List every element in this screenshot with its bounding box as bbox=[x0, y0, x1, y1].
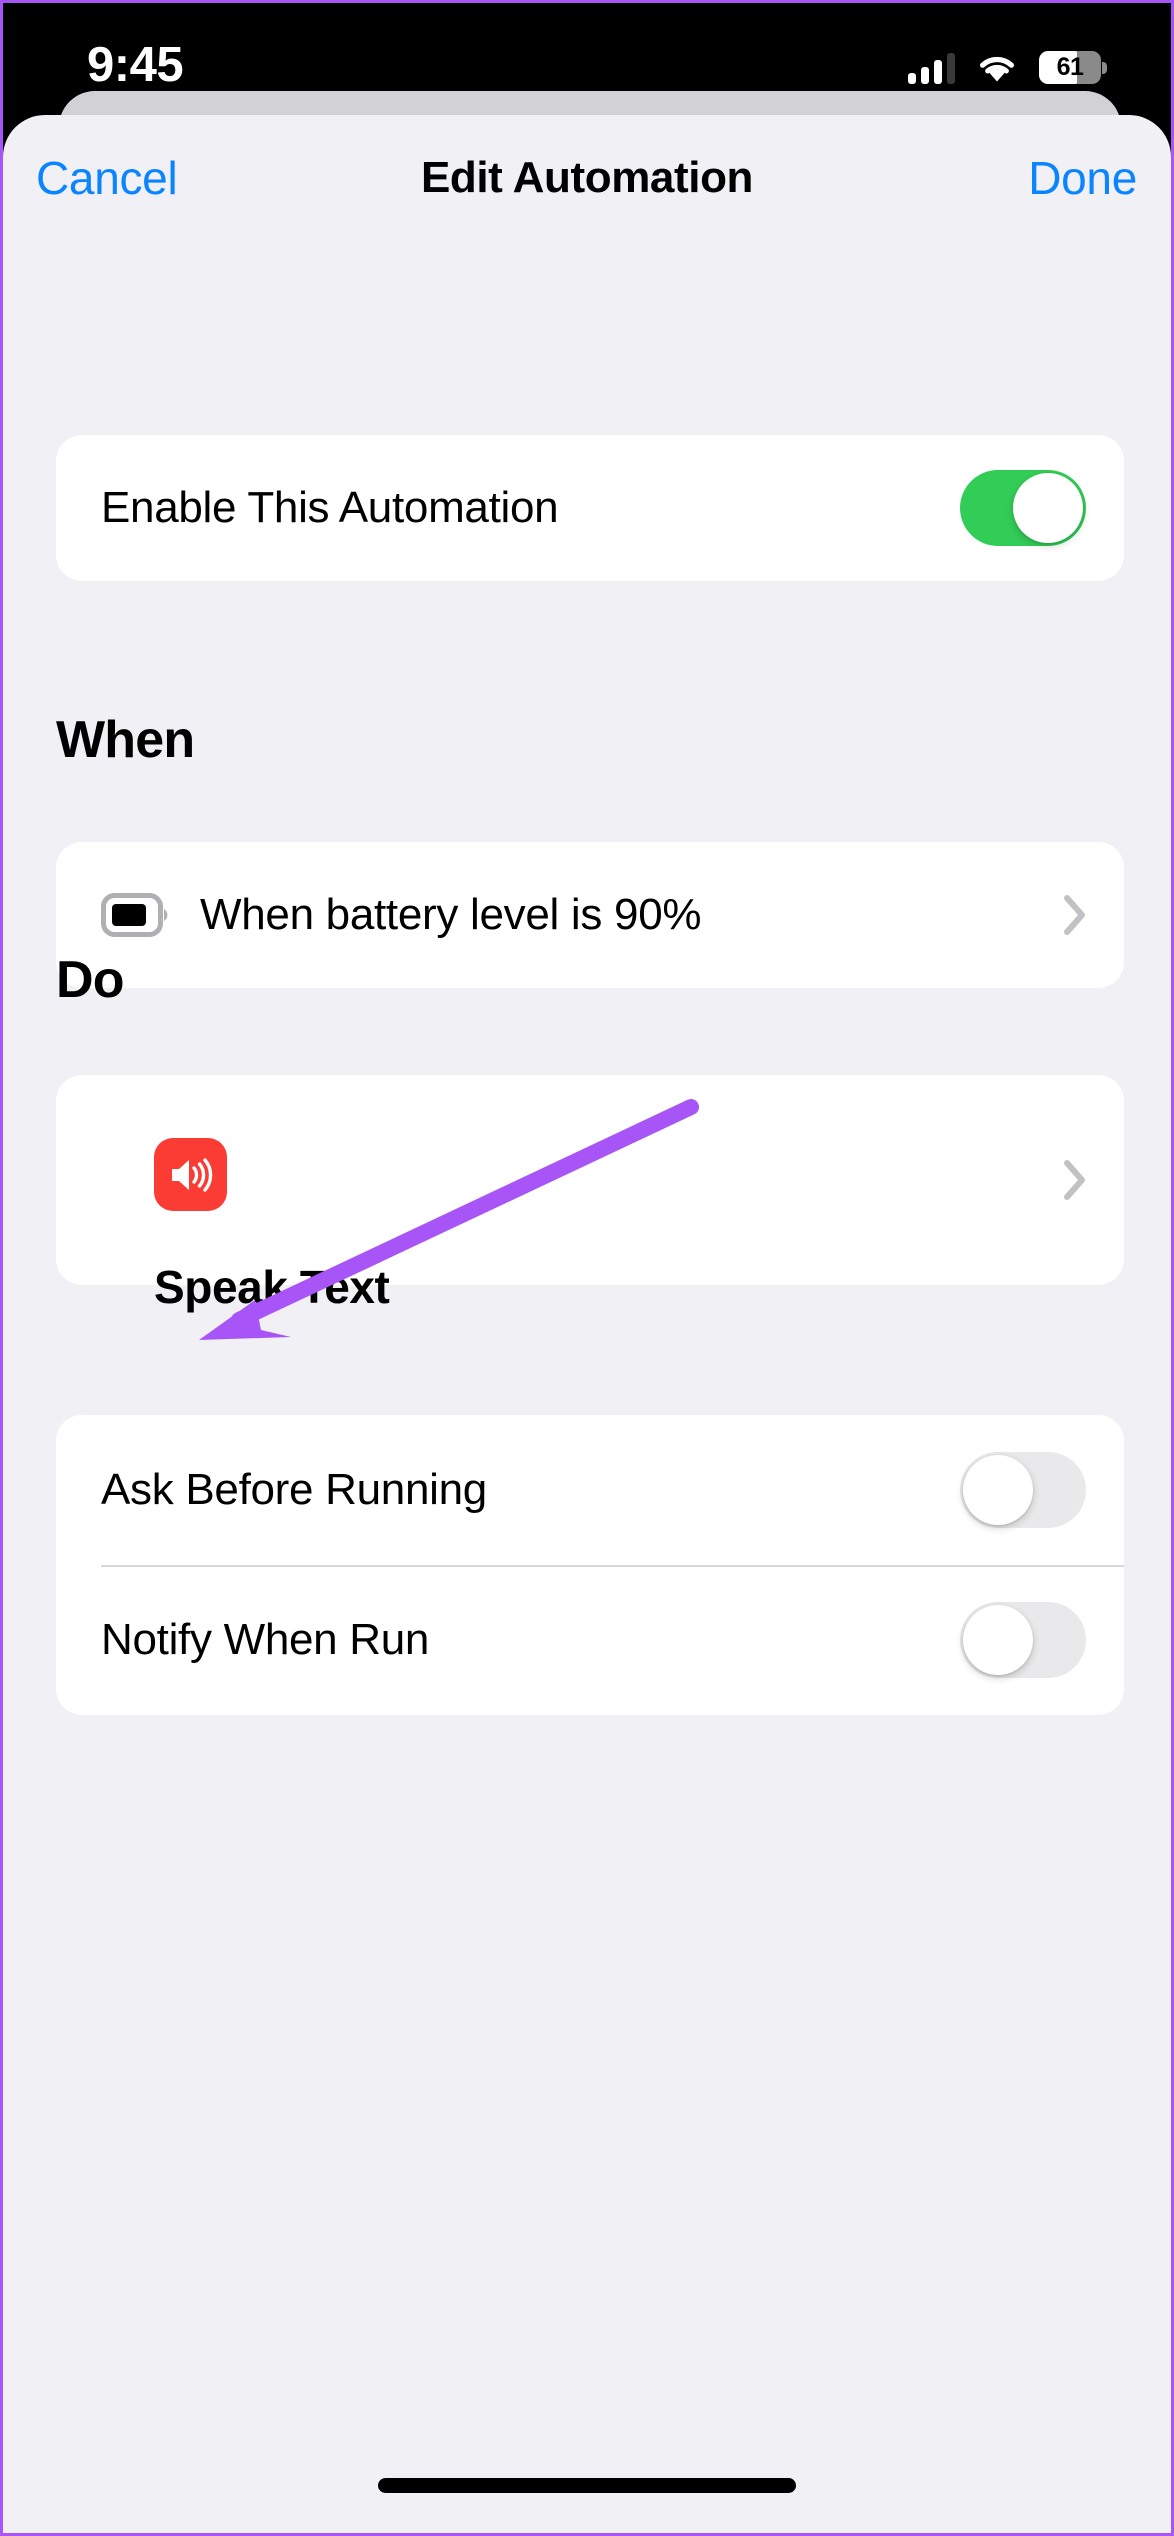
enable-automation-label: Enable This Automation bbox=[101, 483, 559, 532]
do-section-header: Do bbox=[56, 951, 125, 1009]
ask-before-running-toggle[interactable] bbox=[960, 1452, 1086, 1528]
battery-cap bbox=[1102, 62, 1107, 74]
toggle-knob bbox=[963, 1455, 1033, 1525]
status-bar-time: 9:45 bbox=[87, 38, 184, 92]
when-trigger-card[interactable]: When battery level is 90% bbox=[56, 842, 1124, 988]
speaker-wave-icon bbox=[154, 1138, 227, 1211]
when-trigger-row[interactable]: When battery level is 90% bbox=[56, 842, 1124, 988]
notify-when-run-toggle[interactable] bbox=[960, 1602, 1086, 1678]
status-bar-indicators: 61 bbox=[908, 51, 1107, 84]
ask-before-running-label: Ask Before Running bbox=[101, 1465, 487, 1514]
when-trigger-label: When battery level is 90% bbox=[200, 890, 702, 939]
speaker-wave-glyph bbox=[171, 1157, 212, 1192]
done-button[interactable]: Done bbox=[1028, 151, 1137, 205]
notify-when-run-label: Notify When Run bbox=[101, 1615, 430, 1664]
battery-percent-label: 61 bbox=[1056, 53, 1084, 81]
do-action-card[interactable]: Speak Text bbox=[56, 1075, 1124, 1313]
toggle-knob bbox=[1013, 473, 1083, 543]
cellular-signal-icon bbox=[908, 52, 955, 84]
edit-automation-sheet: Cancel Edit Automation Done Enable This … bbox=[3, 115, 1171, 2533]
enable-automation-row[interactable]: Enable This Automation bbox=[56, 435, 1124, 581]
enable-automation-card[interactable]: Enable This Automation bbox=[56, 435, 1124, 581]
wifi-icon bbox=[980, 56, 1014, 82]
speak-text-action-label: Speak Text bbox=[154, 1261, 390, 1313]
home-indicator bbox=[378, 2478, 796, 2493]
navigation-bar: Cancel Edit Automation Done bbox=[3, 115, 1171, 235]
notify-when-run-row[interactable]: Notify When Run bbox=[56, 1565, 1124, 1715]
automation-options-card: Ask Before Running Notify When Run bbox=[56, 1415, 1124, 1715]
page-title: Edit Automation bbox=[420, 153, 754, 202]
screenshot-frame: 9:45 61 Cancel Edit Automation Done Enab… bbox=[0, 0, 1174, 2536]
ask-before-running-row[interactable]: Ask Before Running bbox=[56, 1415, 1124, 1565]
chevron-right-icon bbox=[1064, 895, 1085, 935]
toggle-knob bbox=[963, 1605, 1033, 1675]
battery-icon: 61 bbox=[1039, 51, 1107, 84]
when-section-header: When bbox=[56, 711, 195, 769]
battery-icon bbox=[101, 893, 168, 937]
enable-automation-toggle[interactable] bbox=[960, 470, 1086, 546]
chevron-right-icon bbox=[1064, 1160, 1085, 1200]
